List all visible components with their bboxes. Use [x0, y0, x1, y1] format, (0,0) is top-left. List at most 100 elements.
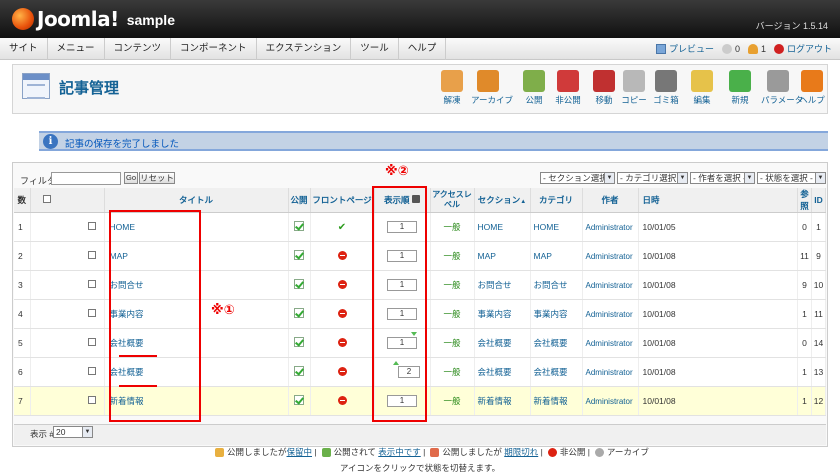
logout-label: ログアウト [786, 44, 832, 54]
toolbar-button-9[interactable]: パラメータ [761, 70, 803, 106]
col-id[interactable]: ID [811, 188, 826, 213]
access-level[interactable]: 一般 [430, 270, 475, 300]
col-frontpage[interactable]: フロントページ [310, 188, 375, 213]
col-date[interactable]: 日時 [638, 188, 798, 213]
toolbar-button-5[interactable]: コピー [617, 70, 651, 106]
toolbar-button-6[interactable]: ゴミ箱 [649, 70, 683, 106]
author-link[interactable]: Administrator [582, 357, 639, 387]
access-level[interactable]: 一般 [430, 212, 475, 242]
frontpage-no-icon[interactable] [337, 279, 347, 289]
preview-link[interactable]: プレビュー [655, 42, 714, 55]
published-icon[interactable] [294, 221, 304, 231]
id-cell: 14 [811, 328, 826, 358]
frontpage-no-icon[interactable] [337, 395, 347, 405]
category-link[interactable]: お問合せ [530, 270, 583, 300]
col-access[interactable]: アクセスレベル [430, 188, 475, 213]
display-count-select[interactable]: 20 ▼ [53, 426, 93, 438]
category-link[interactable]: HOME [530, 212, 583, 242]
state-select[interactable]: - 状態を選択 - ▼ [757, 172, 826, 184]
row-checkbox[interactable] [87, 251, 96, 259]
go-button[interactable]: Go [124, 172, 138, 184]
menu-item-6[interactable]: ヘルプ [399, 38, 447, 60]
chevron-down-icon: ▼ [677, 173, 687, 183]
section-select[interactable]: - セクション選択 - ▼ [540, 172, 615, 184]
toolbar-button-4[interactable]: 移動 [587, 70, 621, 106]
menu-item-0[interactable]: サイト [0, 38, 48, 60]
published-icon[interactable] [294, 308, 304, 318]
toolbar-label: ヘルプ [799, 95, 825, 105]
frontpage-no-icon[interactable] [337, 366, 347, 376]
author-select[interactable]: - 作者を選択 - ▼ [690, 172, 755, 184]
frontpage-no-icon[interactable] [337, 250, 347, 260]
toolbar-button-3[interactable]: 非公開 [551, 70, 585, 106]
published-icon[interactable] [294, 337, 304, 347]
published-icon[interactable] [294, 395, 304, 405]
col-title[interactable]: タイトル [104, 188, 289, 213]
row-checkbox[interactable] [87, 338, 96, 346]
col-published[interactable]: 公開 [288, 188, 311, 213]
author-link[interactable]: Administrator [582, 299, 639, 329]
col-author[interactable]: 作者 [582, 188, 639, 213]
access-level[interactable]: 一般 [430, 241, 475, 271]
author-link[interactable]: Administrator [582, 212, 639, 242]
select-all-checkbox[interactable] [42, 195, 51, 203]
access-level[interactable]: 一般 [430, 357, 475, 387]
frontpage-no-icon[interactable] [337, 337, 347, 347]
toolbar-button-8[interactable]: 新規 [723, 70, 757, 106]
author-link[interactable]: Administrator [582, 270, 639, 300]
author-link[interactable]: Administrator [582, 328, 639, 358]
publish-icon [523, 70, 545, 92]
section-link[interactable]: 新着情報 [474, 386, 531, 416]
category-link[interactable]: 会社概要 [530, 357, 583, 387]
access-level[interactable]: 一般 [430, 328, 475, 358]
row-checkbox[interactable] [87, 396, 96, 404]
col-hits[interactable]: 参照 [797, 188, 812, 213]
help-icon [801, 70, 823, 92]
row-checkbox[interactable] [87, 367, 96, 375]
toolbar-button-2[interactable]: 公開 [517, 70, 551, 106]
logout-link[interactable]: ログアウト [773, 42, 832, 55]
author-link[interactable]: Administrator [582, 241, 639, 271]
toolbar-button-7[interactable]: 編集 [685, 70, 719, 106]
users-count[interactable]: 1 [747, 43, 766, 54]
row-checkbox[interactable] [87, 309, 96, 317]
menu-item-1[interactable]: メニュー [48, 38, 105, 60]
menu-item-5[interactable]: ツール [351, 38, 399, 60]
frontpage-no-icon[interactable] [337, 308, 347, 318]
access-level[interactable]: 一般 [430, 299, 475, 329]
row-checkbox[interactable] [87, 280, 96, 288]
toolbar-label: アーカイブ [471, 95, 513, 105]
toolbar-button-10[interactable]: ヘルプ [795, 70, 829, 106]
section-link[interactable]: お問合せ [474, 270, 531, 300]
menu-item-4[interactable]: エクステンション [257, 38, 352, 60]
published-icon[interactable] [294, 279, 304, 289]
category-link[interactable]: MAP [530, 241, 583, 271]
section-link[interactable]: HOME [474, 212, 531, 242]
access-level[interactable]: 一般 [430, 386, 475, 416]
menu-item-2[interactable]: コンテンツ [105, 38, 172, 60]
category-link[interactable]: 会社概要 [530, 328, 583, 358]
category-link[interactable]: 新着情報 [530, 386, 583, 416]
col-category[interactable]: カテゴリ [530, 188, 583, 213]
filter-input[interactable] [51, 172, 121, 185]
section-link[interactable]: 会社概要 [474, 328, 531, 358]
category-link[interactable]: 事業内容 [530, 299, 583, 329]
row-checkbox[interactable] [87, 222, 96, 230]
menu-item-3[interactable]: コンポーネント [171, 38, 257, 60]
col-section[interactable]: セクション▲ [474, 188, 531, 213]
section-link[interactable]: 事業内容 [474, 299, 531, 329]
header: Joomla! sample バージョン 1.5.14 [0, 0, 840, 38]
annotation-two: ※② [385, 163, 409, 178]
section-link[interactable]: MAP [474, 241, 531, 271]
toolbar-button-1[interactable]: アーカイブ [471, 70, 513, 106]
author-link[interactable]: Administrator [582, 386, 639, 416]
section-link[interactable]: 会社概要 [474, 357, 531, 387]
reset-button[interactable]: リセット [139, 172, 175, 184]
published-icon[interactable] [294, 250, 304, 260]
frontpage-yes-icon[interactable]: ✔ [338, 222, 346, 233]
toolbar-button-0[interactable]: 解凍 [435, 70, 469, 106]
published-icon[interactable] [294, 366, 304, 376]
category-select[interactable]: - カテゴリ選択 - ▼ [617, 172, 688, 184]
date-cell: 10/01/08 [638, 357, 798, 387]
messages-count[interactable]: 0 [721, 43, 740, 54]
